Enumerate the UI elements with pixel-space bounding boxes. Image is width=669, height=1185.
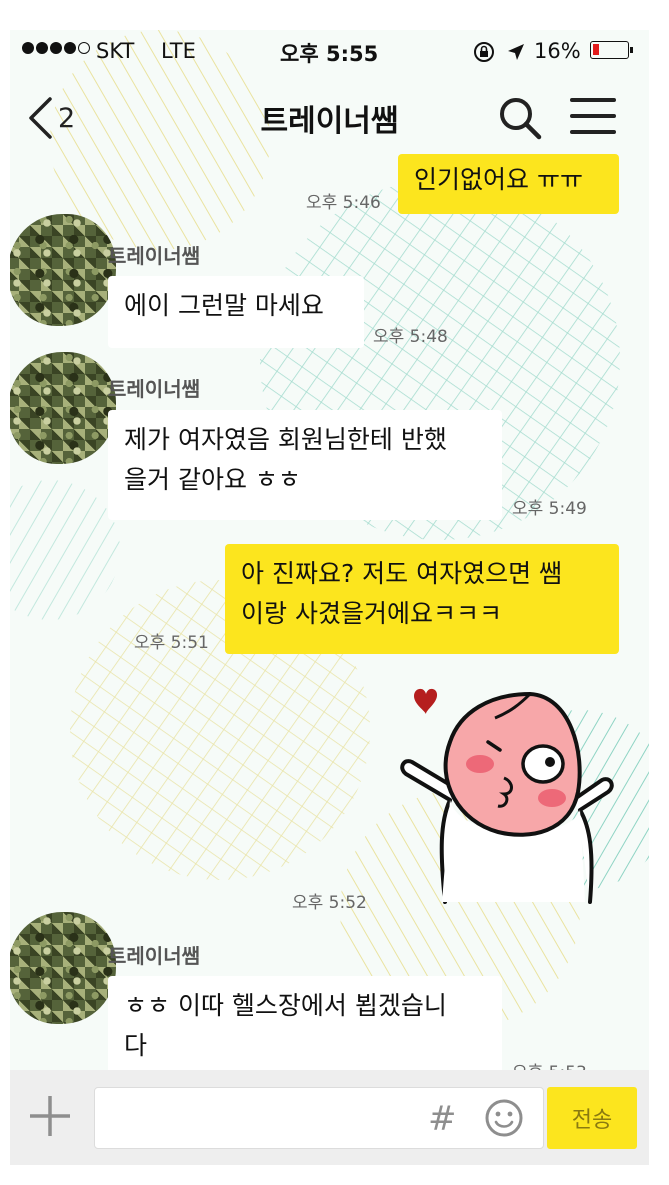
peach-character-heart-sticker[interactable]	[380, 682, 620, 907]
heart-icon	[414, 688, 438, 714]
chat-header: 2 트레이너쌤	[10, 74, 649, 164]
sender-name: 트레이너쌤	[108, 377, 200, 401]
hamburger-menu-icon[interactable]	[570, 98, 616, 138]
location-arrow-icon	[508, 44, 524, 60]
unread-chats-count: 2	[58, 102, 76, 134]
network-label: LTE	[161, 39, 196, 63]
message-time: 오후 5:48	[373, 327, 448, 347]
message-time: 오후 5:51	[134, 633, 209, 653]
search-icon[interactable]	[496, 94, 544, 142]
message-text: ㅎㅎ 이따 헬스장에서 뵙겠습니 다	[124, 991, 447, 1060]
chevron-left-icon	[29, 97, 52, 139]
message-time: 오후 5:46	[306, 193, 381, 213]
message-text: 에이 그런말 마세요	[124, 291, 324, 320]
message-time: 오후 5:49	[512, 499, 587, 519]
status-time: 오후 5:55	[280, 42, 379, 66]
sender-name: 트레이너쌤	[108, 244, 200, 268]
message-input-bar: # 전송	[10, 1070, 649, 1165]
chat-screen: SKT LTE 오후 5:55 16% 2 트레이너쌤 인기없어요 ㅠㅠ 오후 …	[10, 30, 649, 1165]
message-text: 아 진짜요? 저도 여자였으면 쌤 이랑 사겼을거에요ㅋㅋㅋ	[241, 559, 563, 628]
signal-strength-icon	[22, 42, 90, 54]
send-button[interactable]: 전송	[547, 1087, 637, 1149]
avatar[interactable]	[10, 352, 116, 464]
carrier-label: SKT	[96, 39, 135, 63]
outgoing-message-bubble[interactable]: 아 진짜요? 저도 여자였으면 쌤 이랑 사겼을거에요ㅋㅋㅋ	[225, 544, 619, 654]
battery-percentage: 16%	[534, 39, 581, 63]
message-time: 오후 5:52	[292, 893, 367, 913]
hashtag-search-icon[interactable]: #	[428, 1099, 457, 1139]
battery-icon	[590, 41, 633, 59]
message-text: 제가 여자였음 회원님한테 반했 을거 같아요 ㅎㅎ	[124, 425, 447, 494]
sender-name: 트레이너쌤	[108, 944, 200, 968]
incoming-message-bubble[interactable]: 제가 여자였음 회원님한테 반했 을거 같아요 ㅎㅎ	[108, 410, 502, 520]
avatar[interactable]	[10, 214, 116, 326]
message-input[interactable]	[94, 1087, 544, 1149]
outgoing-message-bubble[interactable]: 인기없어요 ㅠㅠ	[398, 154, 619, 214]
status-bar: SKT LTE 오후 5:55 16%	[10, 30, 649, 74]
back-button[interactable]: 2	[26, 88, 96, 148]
rotation-lock-icon	[474, 42, 494, 62]
message-text: 인기없어요 ㅠㅠ	[414, 165, 583, 194]
plus-icon[interactable]	[28, 1094, 72, 1138]
incoming-message-bubble[interactable]: 에이 그런말 마세요	[108, 276, 364, 348]
chat-title: 트레이너쌤	[260, 104, 399, 139]
avatar[interactable]	[10, 912, 116, 1024]
emoji-icon[interactable]	[484, 1098, 524, 1138]
